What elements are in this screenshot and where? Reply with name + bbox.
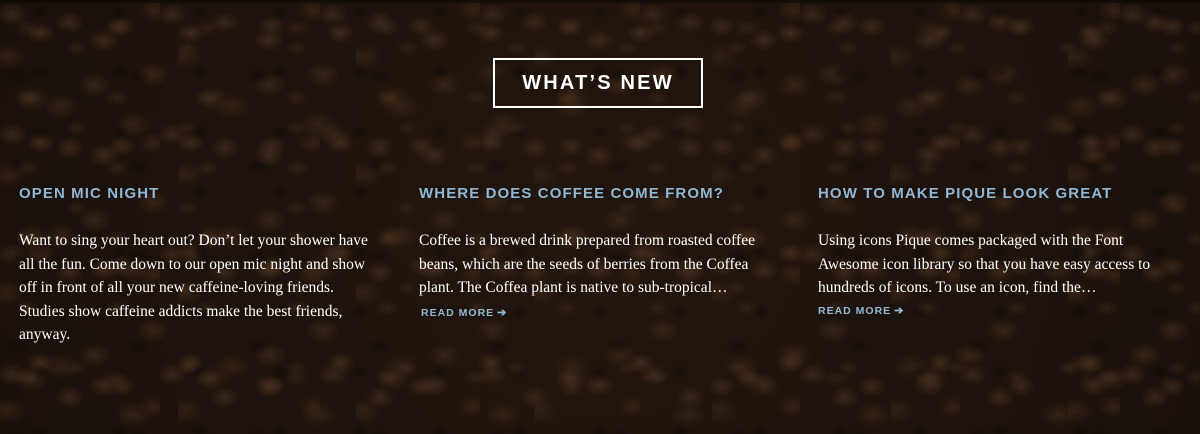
- section-title-box: WHAT’S NEW: [493, 58, 703, 108]
- read-more-label: READ MORE: [818, 304, 892, 317]
- chevron-right-icon: ➔: [894, 304, 905, 317]
- section-title: WHAT’S NEW: [522, 71, 674, 94]
- read-more-link[interactable]: READ MORE ➔: [818, 300, 1178, 324]
- post-excerpt-text: Coffee is a brewed drink prepared from r…: [419, 232, 755, 296]
- top-divider: [0, 0, 1200, 3]
- post-title[interactable]: WHERE DOES COFFEE COME FROM?: [419, 183, 779, 205]
- post-excerpt: Using icons Pique comes packaged with th…: [818, 229, 1178, 323]
- section-content: WHAT’S NEW OPEN MIC NIGHT Want to sing y…: [0, 0, 1200, 434]
- post-excerpt-text: Using icons Pique comes packaged with th…: [818, 232, 1151, 296]
- post-card-coffee-origin: WHERE DOES COFFEE COME FROM? Coffee is a…: [419, 183, 779, 325]
- read-more-label: READ MORE: [421, 306, 495, 319]
- chevron-right-icon: ➔: [497, 306, 508, 319]
- whats-new-section: WHAT’S NEW OPEN MIC NIGHT Want to sing y…: [0, 0, 1200, 434]
- post-excerpt: Coffee is a brewed drink prepared from r…: [419, 229, 779, 325]
- post-excerpt: Want to sing your heart out? Don’t let y…: [19, 229, 379, 347]
- read-more-link[interactable]: READ MORE ➔: [421, 302, 507, 326]
- post-title[interactable]: OPEN MIC NIGHT: [19, 183, 379, 205]
- post-excerpt-text: Want to sing your heart out? Don’t let y…: [19, 232, 368, 343]
- post-card-open-mic: OPEN MIC NIGHT Want to sing your heart o…: [19, 183, 379, 347]
- post-card-pique-tips: HOW TO MAKE PIQUE LOOK GREAT Using icons…: [818, 183, 1178, 323]
- post-title[interactable]: HOW TO MAKE PIQUE LOOK GREAT: [818, 183, 1178, 205]
